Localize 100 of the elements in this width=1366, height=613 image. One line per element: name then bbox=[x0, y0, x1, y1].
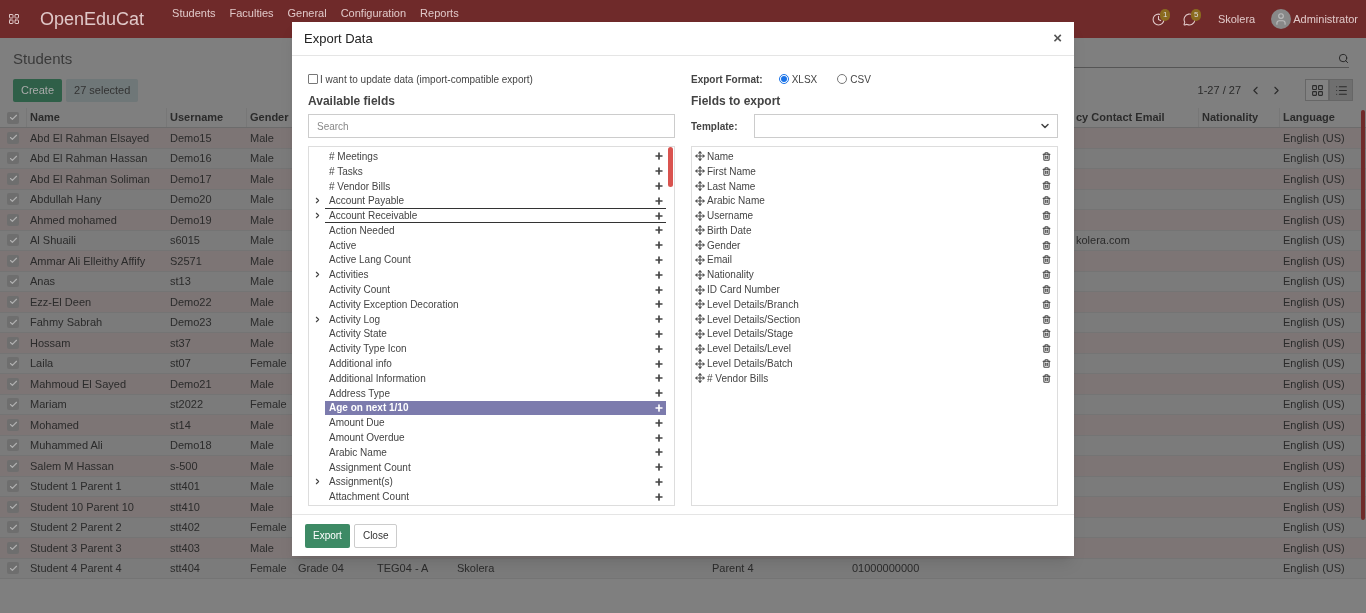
drag-handle-icon[interactable] bbox=[695, 299, 705, 310]
drag-handle-icon[interactable] bbox=[695, 314, 705, 325]
field-item[interactable]: # Meetings bbox=[325, 149, 666, 164]
column-header[interactable]: Nationality bbox=[1202, 109, 1259, 126]
drag-handle-icon[interactable] bbox=[695, 195, 705, 206]
drag-handle-icon[interactable] bbox=[695, 151, 705, 162]
add-icon[interactable] bbox=[654, 284, 664, 295]
field-item[interactable]: Active Lang Count bbox=[325, 252, 666, 268]
delete-icon[interactable] bbox=[1042, 314, 1051, 324]
row-checkbox[interactable] bbox=[7, 459, 19, 472]
apps-icon[interactable] bbox=[8, 13, 20, 25]
row-checkbox[interactable] bbox=[7, 316, 19, 329]
add-icon[interactable] bbox=[654, 402, 664, 413]
add-icon[interactable] bbox=[654, 358, 664, 369]
field-item[interactable]: Activity Exception Decoration bbox=[325, 296, 666, 312]
avatar[interactable] bbox=[1271, 9, 1292, 29]
add-icon[interactable] bbox=[654, 181, 664, 191]
field-item[interactable]: Activities bbox=[325, 267, 666, 283]
delete-icon[interactable] bbox=[1042, 196, 1051, 206]
row-checkbox[interactable] bbox=[7, 480, 19, 493]
row-checkbox[interactable] bbox=[7, 213, 19, 226]
row-checkbox[interactable] bbox=[7, 234, 19, 247]
add-icon[interactable] bbox=[654, 299, 664, 310]
add-icon[interactable] bbox=[654, 240, 664, 251]
row-checkbox[interactable] bbox=[7, 521, 19, 534]
delete-icon[interactable] bbox=[1042, 344, 1051, 354]
add-icon[interactable] bbox=[654, 210, 664, 221]
row-checkbox[interactable] bbox=[7, 541, 19, 554]
add-icon[interactable] bbox=[654, 491, 664, 502]
column-header[interactable]: Language bbox=[1283, 109, 1335, 126]
add-icon[interactable] bbox=[654, 462, 664, 473]
drag-handle-icon[interactable] bbox=[695, 240, 705, 251]
delete-icon[interactable] bbox=[1042, 225, 1051, 235]
add-icon[interactable] bbox=[654, 254, 664, 265]
field-item[interactable]: Activity Log bbox=[325, 311, 666, 327]
row-checkbox[interactable] bbox=[7, 275, 19, 288]
drag-handle-icon[interactable] bbox=[695, 373, 705, 384]
field-item[interactable]: # Tasks bbox=[325, 163, 666, 179]
row-checkbox[interactable] bbox=[7, 172, 19, 185]
search-field[interactable]: Search bbox=[308, 114, 675, 138]
menu-item[interactable]: Students bbox=[172, 7, 216, 19]
column-header[interactable]: cy Contact Email bbox=[1076, 109, 1165, 126]
add-icon[interactable] bbox=[654, 269, 664, 280]
row-checkbox[interactable] bbox=[7, 500, 19, 513]
field-item[interactable]: Activity State bbox=[325, 326, 666, 342]
drag-handle-icon[interactable] bbox=[695, 343, 705, 354]
column-header[interactable]: Gender bbox=[250, 109, 289, 126]
view-switch[interactable] bbox=[1305, 79, 1329, 101]
delete-icon[interactable] bbox=[1042, 166, 1051, 176]
drag-handle-icon[interactable] bbox=[695, 166, 705, 177]
row-checkbox[interactable] bbox=[7, 152, 19, 165]
add-icon[interactable] bbox=[654, 225, 664, 236]
expand-icon[interactable] bbox=[313, 477, 322, 487]
add-icon[interactable] bbox=[654, 151, 664, 162]
drag-handle-icon[interactable] bbox=[695, 269, 705, 280]
row-checkbox[interactable] bbox=[7, 254, 19, 267]
export-button[interactable]: Export bbox=[305, 523, 350, 548]
add-icon[interactable] bbox=[654, 314, 664, 325]
drag-handle-icon[interactable] bbox=[695, 358, 705, 369]
row-checkbox[interactable] bbox=[7, 193, 19, 206]
field-item[interactable]: Assignment Count bbox=[325, 459, 666, 475]
select-all-checkbox[interactable] bbox=[7, 111, 19, 124]
field-item[interactable]: Age on next 1/10 bbox=[325, 400, 666, 416]
clock-icon[interactable] bbox=[1151, 12, 1165, 26]
delete-icon[interactable] bbox=[1042, 270, 1051, 280]
field-item[interactable]: # Vendor Bills bbox=[325, 178, 666, 194]
menu-item[interactable]: Configuration bbox=[340, 7, 407, 19]
delete-icon[interactable] bbox=[1042, 299, 1051, 309]
column-header[interactable]: Username bbox=[170, 109, 224, 126]
add-icon[interactable] bbox=[654, 417, 664, 428]
row-checkbox[interactable] bbox=[7, 439, 19, 452]
add-icon[interactable] bbox=[654, 195, 664, 206]
menu-item[interactable]: Faculties bbox=[229, 7, 274, 19]
brand-logo[interactable]: OpenEduCat bbox=[40, 5, 145, 33]
add-icon[interactable] bbox=[654, 432, 664, 443]
add-icon[interactable] bbox=[654, 166, 664, 177]
field-item[interactable]: Additional Information bbox=[325, 370, 666, 386]
row-checkbox[interactable] bbox=[7, 131, 19, 144]
field-item[interactable]: Additional info bbox=[325, 356, 666, 371]
field-item[interactable]: Address Type bbox=[325, 385, 666, 401]
close-button[interactable]: × bbox=[1053, 27, 1062, 50]
field-item[interactable]: Arabic Name bbox=[325, 444, 666, 460]
drag-handle-icon[interactable] bbox=[695, 254, 705, 265]
delete-icon[interactable] bbox=[1042, 359, 1051, 369]
expand-icon[interactable] bbox=[313, 314, 322, 324]
delete-icon[interactable] bbox=[1042, 240, 1051, 250]
row-checkbox[interactable] bbox=[7, 562, 19, 575]
add-icon[interactable] bbox=[654, 476, 664, 487]
delete-icon[interactable] bbox=[1042, 373, 1051, 383]
add-icon[interactable] bbox=[654, 388, 664, 399]
add-icon[interactable] bbox=[654, 447, 664, 458]
row-checkbox[interactable] bbox=[7, 357, 19, 370]
delete-icon[interactable] bbox=[1042, 181, 1051, 191]
delete-icon[interactable] bbox=[1042, 285, 1051, 295]
field-item[interactable]: Amount Overdue bbox=[325, 430, 666, 445]
row-checkbox[interactable] bbox=[7, 295, 19, 308]
add-icon[interactable] bbox=[654, 343, 664, 354]
field-item[interactable]: Activity Type Icon bbox=[325, 341, 666, 357]
expand-icon[interactable] bbox=[313, 270, 322, 280]
field-item[interactable]: Assignment(s) bbox=[325, 474, 666, 490]
